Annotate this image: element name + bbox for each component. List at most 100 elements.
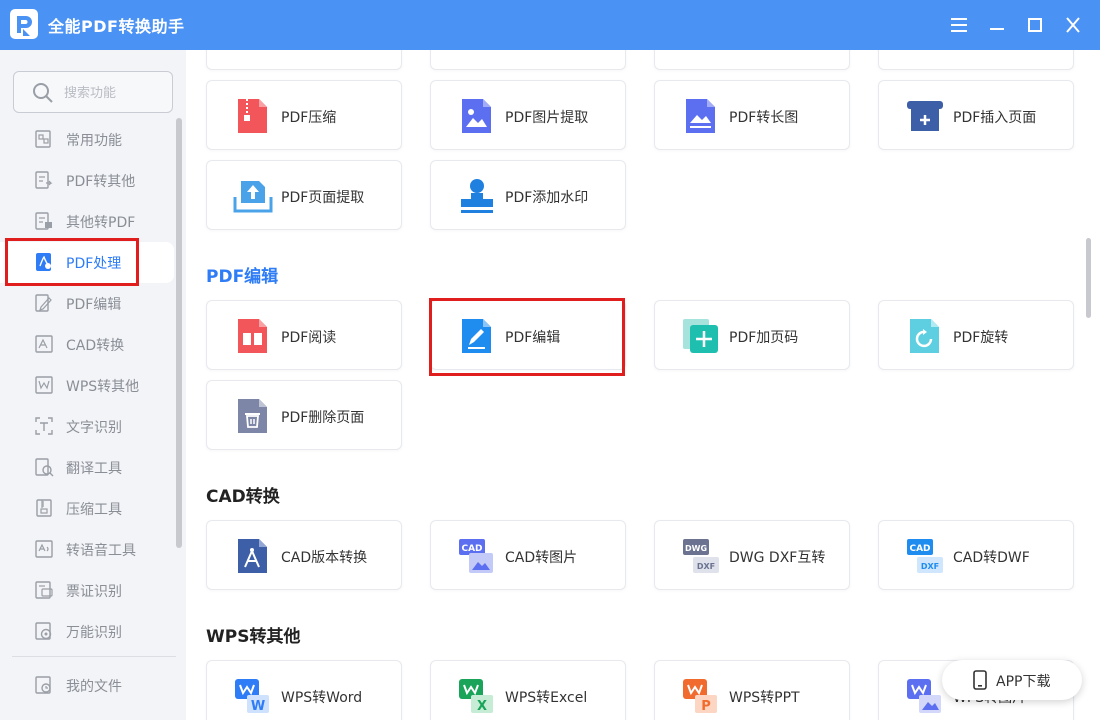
card-cad-version[interactable]: CAD版本转换 xyxy=(206,520,402,590)
section-title-pdf-edit: PDF编辑 xyxy=(206,267,279,287)
sidebar-item-label: 其他转PDF xyxy=(66,215,136,231)
pdf-delete-page-icon xyxy=(238,399,267,433)
pdf-page-number-icon xyxy=(683,319,718,353)
card-pdf-image-extract[interactable]: PDF图片提取 xyxy=(430,80,626,150)
card-wps-to-ppt[interactable]: P WPS转PPT xyxy=(654,660,850,720)
title-bar: 全能PDF转换助手 xyxy=(0,0,1100,50)
card-pdf-insert-page[interactable]: PDF插入页面 xyxy=(878,80,1074,150)
my-files-icon xyxy=(35,676,51,694)
card-pdf-compress[interactable]: PDF压缩 xyxy=(206,80,402,150)
sidebar-item-label: WPS转其他 xyxy=(66,379,140,395)
card-label: WPS转Excel xyxy=(505,690,588,706)
other-to-pdf-icon xyxy=(35,212,52,230)
wps-to-ppt-icon: P xyxy=(683,679,717,714)
sidebar-item-label: 文字识别 xyxy=(66,420,122,436)
highlighted-card-box xyxy=(429,298,625,376)
search-icon xyxy=(33,83,53,103)
card-label: PDF旋转 xyxy=(953,330,1009,346)
card-pdf-watermark[interactable]: PDF添加水印 xyxy=(430,160,626,230)
card-pdf-long-image[interactable]: PDF转长图 xyxy=(654,80,850,150)
svg-text:DXF: DXF xyxy=(697,562,715,571)
sidebar-item-compress[interactable]: 压缩工具 xyxy=(0,488,174,529)
card-label: PDF添加水印 xyxy=(505,190,589,206)
card-label: CAD转图片 xyxy=(505,550,578,566)
card-pdf-delete-page[interactable]: PDF删除页面 xyxy=(206,380,402,450)
pdf-watermark-icon xyxy=(461,179,493,213)
sidebar-item-label: 万能识别 xyxy=(66,625,122,641)
card-label: PDF转长图 xyxy=(729,110,799,126)
sidebar-item-common[interactable]: 常用功能 xyxy=(0,119,174,160)
feature-card[interactable] xyxy=(206,50,402,70)
minimize-icon xyxy=(990,28,1004,30)
sidebar-item-label: 翻译工具 xyxy=(66,461,122,477)
card-label: CAD转DWF xyxy=(953,550,1030,566)
sidebar-item-cad-convert[interactable]: CAD转换 xyxy=(0,324,174,365)
sidebar-item-label: 压缩工具 xyxy=(66,502,122,518)
sidebar-item-label: 转语音工具 xyxy=(66,543,136,559)
card-label: PDF压缩 xyxy=(281,110,337,126)
card-wps-to-word[interactable]: W WPS转Word xyxy=(206,660,402,720)
app-download-label: APP下载 xyxy=(996,674,1051,690)
feature-card[interactable] xyxy=(654,50,850,70)
pdf-compress-icon xyxy=(238,99,267,133)
svg-text:CAD: CAD xyxy=(461,544,482,554)
main-scrollbar[interactable] xyxy=(1086,238,1091,318)
dwg-dxf-icon: DWG DXF xyxy=(683,539,719,573)
wps-to-excel-icon: X xyxy=(459,679,493,714)
card-cad-to-dwf[interactable]: CAD DXF CAD转DWF xyxy=(878,520,1074,590)
card-pdf-page-number[interactable]: PDF加页码 xyxy=(654,300,850,370)
cad-to-image-icon: CAD xyxy=(459,539,493,573)
sidebar-item-ticket-recognition[interactable]: 票证识别 xyxy=(0,570,174,611)
wps-to-other-icon xyxy=(35,376,53,394)
common-functions-icon xyxy=(35,130,51,148)
universal-recognition-icon xyxy=(35,622,52,640)
card-pdf-rotate[interactable]: PDF旋转 xyxy=(878,300,1074,370)
translate-tool-icon xyxy=(35,458,54,477)
close-button[interactable] xyxy=(1060,12,1086,38)
sidebar-item-pdf-to-other[interactable]: PDF转其他 xyxy=(0,160,174,201)
feature-card[interactable] xyxy=(430,50,626,70)
card-pdf-read[interactable]: PDF阅读 xyxy=(206,300,402,370)
sidebar-item-other-to-pdf[interactable]: 其他转PDF xyxy=(0,201,174,242)
svg-text:W: W xyxy=(251,699,265,714)
minimize-button[interactable] xyxy=(984,12,1010,38)
section-title-cad-convert: CAD转换 xyxy=(206,487,280,507)
pdf-read-icon xyxy=(238,319,267,353)
sidebar-item-my-files[interactable]: 我的文件 xyxy=(0,665,174,706)
feature-card[interactable] xyxy=(878,50,1074,70)
menu-button[interactable] xyxy=(946,12,972,38)
sidebar-item-wps-to-other[interactable]: WPS转其他 xyxy=(0,365,174,406)
card-pdf-page-extract[interactable]: PDF页面提取 xyxy=(206,160,402,230)
sidebar-item-translate[interactable]: 翻译工具 xyxy=(0,447,174,488)
search-input[interactable] xyxy=(64,82,164,104)
card-wps-to-excel[interactable]: X WPS转Excel xyxy=(430,660,626,720)
card-cad-to-image[interactable]: CAD CAD转图片 xyxy=(430,520,626,590)
sidebar-item-text-recognition[interactable]: 文字识别 xyxy=(0,406,174,447)
sidebar-item-to-speech[interactable]: 转语音工具 xyxy=(0,529,174,570)
sidebar-item-label: CAD转换 xyxy=(66,338,125,354)
sidebar-item-universal-recognition[interactable]: 万能识别 xyxy=(0,611,174,652)
pdf-to-other-icon xyxy=(35,171,53,189)
search-box[interactable] xyxy=(13,71,173,113)
card-label: PDF阅读 xyxy=(281,330,337,346)
phone-icon xyxy=(973,670,987,690)
cad-version-icon xyxy=(238,539,267,573)
svg-text:P: P xyxy=(701,699,711,714)
card-dwg-dxf[interactable]: DWG DXF DWG DXF互转 xyxy=(654,520,850,590)
card-label: PDF加页码 xyxy=(729,330,799,346)
app-title: 全能PDF转换助手 xyxy=(48,17,185,36)
app-download-button[interactable]: APP下载 xyxy=(942,660,1082,700)
wps-to-image-icon xyxy=(907,679,941,713)
text-recognition-icon xyxy=(35,417,53,435)
sidebar-scrollbar[interactable] xyxy=(176,118,182,548)
cad-to-dwf-icon: CAD DXF xyxy=(907,539,943,573)
pdf-page-extract-icon xyxy=(233,181,273,213)
maximize-button[interactable] xyxy=(1022,12,1048,38)
sidebar-item-pdf-edit[interactable]: PDF编辑 xyxy=(0,283,174,324)
card-label: WPS转Word xyxy=(281,690,363,706)
card-label: WPS转PPT xyxy=(729,690,800,706)
menu-icon xyxy=(951,18,967,32)
close-icon xyxy=(1066,17,1080,33)
svg-text:DXF: DXF xyxy=(921,562,939,571)
pdf-long-image-icon xyxy=(686,99,715,133)
